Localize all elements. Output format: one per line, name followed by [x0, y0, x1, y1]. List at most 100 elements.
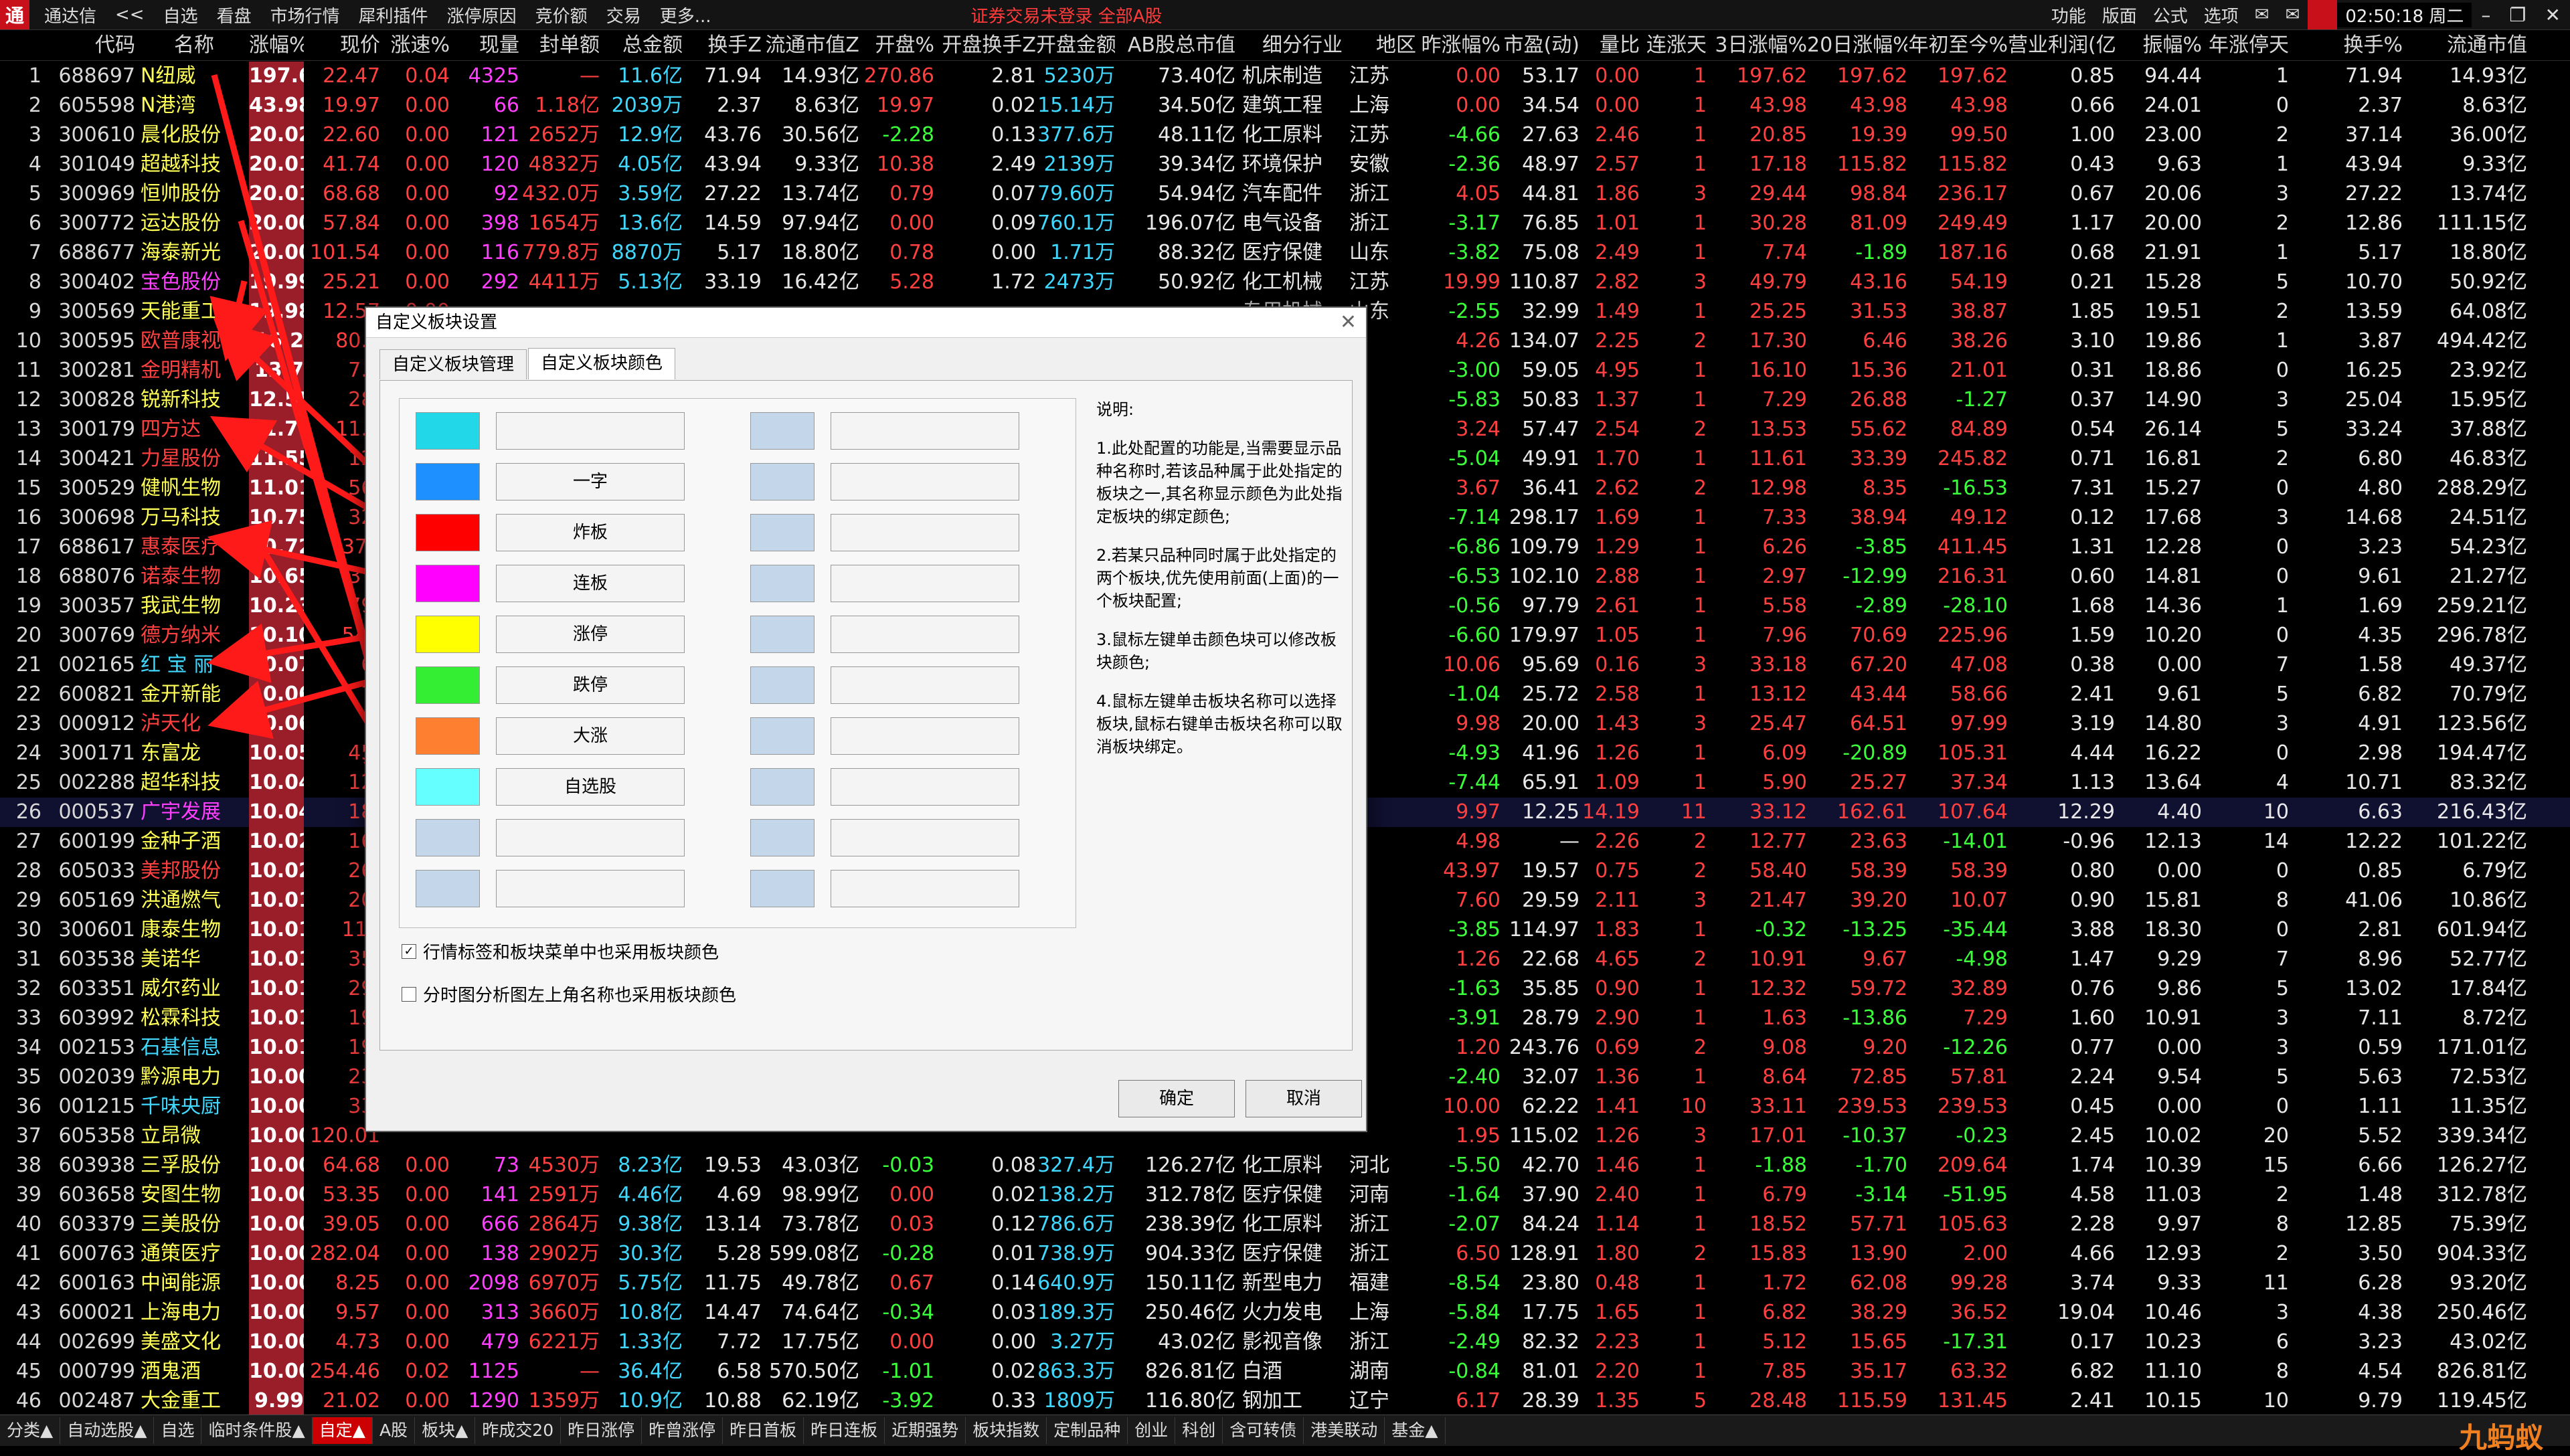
- bottom-tab[interactable]: 近期强势: [885, 1417, 966, 1444]
- tab-block-manage[interactable]: 自定义板块管理: [379, 349, 527, 379]
- column-header[interactable]: 振幅%: [2115, 31, 2202, 60]
- bottom-tab[interactable]: A股: [373, 1417, 416, 1444]
- column-header[interactable]: 代码: [41, 31, 135, 60]
- menu-formula[interactable]: 公式: [2145, 3, 2196, 27]
- close-icon[interactable]: ✕: [2536, 4, 2570, 26]
- column-header[interactable]: 量比: [1579, 31, 1640, 60]
- table-row[interactable]: 39603658安图生物10.0053.350.001412591万4.46亿4…: [0, 1180, 2570, 1210]
- checkbox-tag-color-box[interactable]: ✓: [402, 943, 416, 959]
- color-swatch[interactable]: [750, 463, 815, 500]
- menu-function[interactable]: 功能: [2043, 3, 2094, 27]
- color-swatch[interactable]: [416, 565, 480, 602]
- table-row[interactable]: 1 688697N纽威 197.6 22.47 0.04 4325 — 11.6亿 71.94 1…: [0, 62, 2570, 91]
- color-swatch[interactable]: [750, 412, 815, 450]
- bottom-tab[interactable]: 板块▲: [415, 1417, 476, 1444]
- bottom-tab[interactable]: 昨日首板: [723, 1417, 804, 1444]
- color-swatch[interactable]: [416, 870, 480, 907]
- checkbox-chart-color[interactable]: 分时图分析图左上角名称也采用板块颜色: [402, 982, 736, 1006]
- menu-item-market[interactable]: 市场行情: [261, 3, 349, 27]
- table-row[interactable]: 43600021上海电力10.009.570.003133660万10.8亿14…: [0, 1298, 2570, 1328]
- table-row[interactable]: 38 603938 三孚股份 10.00 64.68 0.00 73 4530万 8.23亿 19…: [0, 1151, 2570, 1180]
- bottom-tab[interactable]: 自选: [154, 1417, 202, 1444]
- column-header[interactable]: 现量: [450, 31, 519, 60]
- color-swatch[interactable]: [750, 616, 815, 653]
- column-header[interactable]: 细分行业: [1242, 31, 1343, 60]
- column-header[interactable]: 现价: [305, 31, 380, 60]
- table-row[interactable]: 7 688677 海泰新光 20.00 101.54 0.00 116779.8万 8870万…: [0, 238, 2570, 268]
- bottom-tab[interactable]: 昨日涨停: [561, 1417, 642, 1444]
- mail-icon[interactable]: ✉: [2247, 5, 2278, 25]
- block-name-slot[interactable]: [496, 412, 685, 450]
- table-row[interactable]: 40 603379三美股份 10.00 39.05 0.00 666 2864万 9.38亿 1…: [0, 1210, 2570, 1239]
- menu-item-plugin[interactable]: 犀利插件: [349, 3, 438, 27]
- menu-item-back[interactable]: <<: [106, 5, 154, 25]
- bottom-tab[interactable]: 昨成交20: [475, 1417, 562, 1444]
- column-header[interactable]: 流通市值Z: [762, 31, 859, 60]
- bottom-tab[interactable]: 临时条件股▲: [201, 1417, 313, 1444]
- block-name-slot[interactable]: 炸板: [496, 514, 685, 551]
- menu-item-view[interactable]: 看盘: [207, 3, 261, 27]
- menu-item-watchlist[interactable]: 自选: [154, 3, 207, 27]
- block-name-slot[interactable]: [831, 514, 1019, 551]
- table-row[interactable]: 46 002487 大金重工 9.99 21.02 0.00 1290 1359万 10.9亿 1…: [0, 1386, 2570, 1416]
- menu-item-auction[interactable]: 竞价额: [526, 3, 597, 27]
- bottom-tab[interactable]: 板块指数: [966, 1417, 1047, 1444]
- minimize-icon[interactable]: –: [2472, 4, 2500, 26]
- column-header[interactable]: 地区: [1349, 31, 1416, 60]
- table-row[interactable]: 3 300610晨化股份 20.02 22.60 0.00 121 2652万 12.9亿 43…: [0, 120, 2570, 150]
- color-swatch[interactable]: [416, 768, 480, 806]
- color-swatch[interactable]: [416, 717, 480, 755]
- block-name-slot[interactable]: 跌停: [496, 666, 685, 704]
- block-name-slot[interactable]: [831, 717, 1019, 755]
- bottom-tab[interactable]: 港美联动: [1304, 1417, 1385, 1444]
- color-swatch[interactable]: [750, 666, 815, 704]
- color-swatch[interactable]: [416, 616, 480, 653]
- checkbox-chart-color-box[interactable]: [402, 986, 416, 1002]
- dialog-close-icon[interactable]: ✕: [1340, 310, 1357, 334]
- color-swatch[interactable]: [750, 819, 815, 856]
- column-header[interactable]: 流通市值: [2403, 31, 2527, 60]
- block-name-slot[interactable]: [831, 666, 1019, 704]
- table-row[interactable]: 4 301049 超越科技 20.01 41.74 0.00 120 4832万 4.05亿 43…: [0, 150, 2570, 179]
- column-header[interactable]: 年初至今%: [1907, 31, 2008, 60]
- table-row[interactable]: 44002699美盛文化10.004.730.004796221万1.33亿7.…: [0, 1328, 2570, 1357]
- column-header[interactable]: 涨幅%: [249, 31, 304, 60]
- table-row[interactable]: 5 300969 恒帅股份 20.01 68.68 0.00 92432.0万 3.59亿 27…: [0, 179, 2570, 209]
- color-swatch[interactable]: [416, 666, 480, 704]
- menu-item-app[interactable]: 通达信: [35, 3, 106, 27]
- restore-icon[interactable]: ❐: [2500, 4, 2535, 26]
- column-header[interactable]: 年涨停天: [2202, 31, 2289, 60]
- color-swatch[interactable]: [416, 819, 480, 856]
- table-row[interactable]: 8300402宝色股份19.9925.210.002924411万5.13亿33…: [0, 268, 2570, 297]
- color-swatch[interactable]: [750, 870, 815, 907]
- block-name-slot[interactable]: [831, 463, 1019, 500]
- column-header[interactable]: 封单额: [519, 31, 600, 60]
- column-header[interactable]: 连涨天: [1640, 31, 1707, 60]
- block-name-slot[interactable]: [831, 565, 1019, 602]
- tab-block-color[interactable]: 自定义板块颜色: [528, 348, 676, 379]
- column-header[interactable]: 涨速%: [380, 31, 450, 60]
- column-header[interactable]: 名称: [141, 31, 248, 60]
- menu-item-more[interactable]: 更多...: [651, 3, 721, 27]
- menu-item-limit-reason[interactable]: 涨停原因: [438, 3, 526, 27]
- color-swatch[interactable]: [416, 514, 480, 551]
- user-icon[interactable]: [2308, 0, 2338, 29]
- color-swatch[interactable]: [750, 514, 815, 551]
- column-header[interactable]: 开盘金额: [1036, 31, 1115, 60]
- bottom-tab[interactable]: 科创: [1175, 1417, 1223, 1444]
- login-status[interactable]: 证券交易未登录 全部A股: [962, 3, 1172, 27]
- table-row[interactable]: 45 000799 酒鬼酒 10.00 254.46 0.02 1125 — 36.4亿 6.58…: [0, 1357, 2570, 1386]
- cancel-button[interactable]: 取消: [1246, 1080, 1362, 1117]
- block-name-slot[interactable]: 大涨: [496, 717, 685, 755]
- table-row[interactable]: 2 605598 N港湾 43.98 19.97 0.00 66 1.18亿 2039万 2.37…: [0, 91, 2570, 120]
- bottom-tab[interactable]: 昨曾涨停: [642, 1417, 723, 1444]
- column-header[interactable]: 换手Z: [683, 31, 762, 60]
- block-name-slot[interactable]: 一字: [496, 463, 685, 500]
- block-name-slot[interactable]: [496, 819, 685, 856]
- menu-options[interactable]: 选项: [2196, 3, 2247, 27]
- table-row[interactable]: 41 600763 通策医疗 10.00 282.04 0.00 138 2902万 30.3亿…: [0, 1239, 2570, 1269]
- block-name-slot[interactable]: [831, 819, 1019, 856]
- bottom-tab[interactable]: 昨日连板: [804, 1417, 885, 1444]
- color-swatch[interactable]: [750, 717, 815, 755]
- column-header[interactable]: 换手%: [2289, 31, 2403, 60]
